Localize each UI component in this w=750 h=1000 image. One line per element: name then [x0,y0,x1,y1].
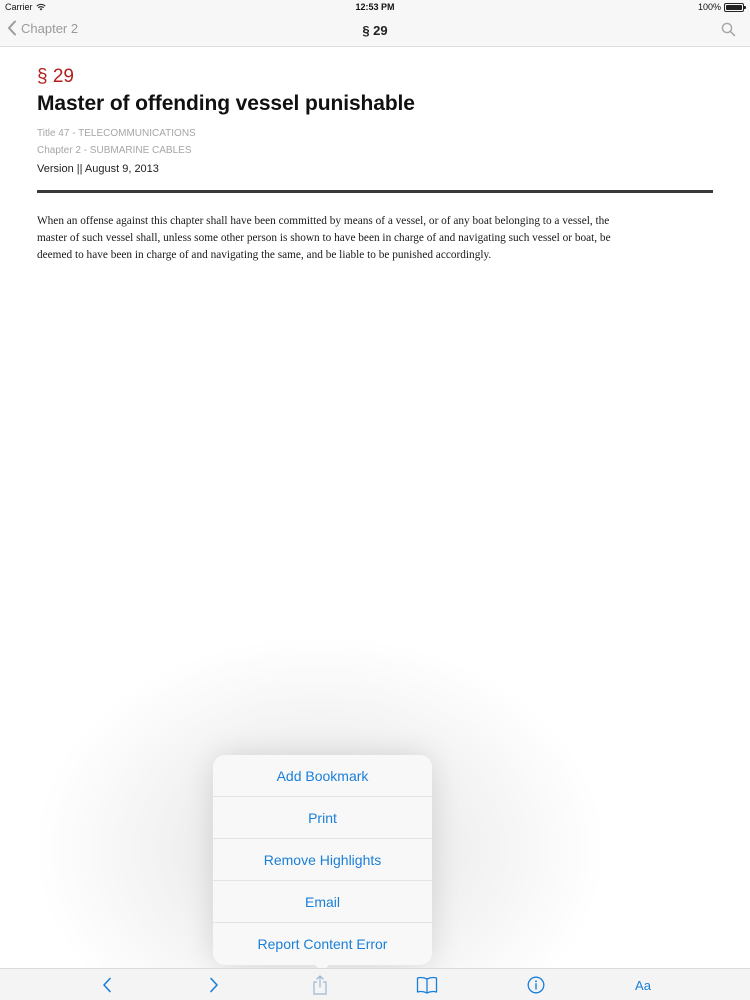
back-arrow-icon [103,977,111,993]
add-bookmark-button[interactable]: Add Bookmark [213,755,432,797]
battery-icon [724,2,746,12]
report-content-error-button[interactable]: Report Content Error [213,923,432,965]
body-line: deemed to have been in charge of and nav… [37,249,492,261]
battery-status: 100% [697,2,746,12]
battery-fill [726,4,742,10]
section-title: Master of offending vessel punishable [37,92,415,115]
title-line[interactable]: Title 47 - TELECOMMUNICATIONS [37,128,713,139]
share-button[interactable] [310,974,330,996]
divider [37,190,713,193]
previous-section-button[interactable] [98,974,116,996]
body-line: master of such vessel shall, unless some… [37,232,611,244]
info-button[interactable] [526,974,546,996]
body-line: When an offense against this chapter sha… [37,215,610,227]
section-number: § 29 [37,66,74,87]
next-section-button[interactable] [205,974,223,996]
document-content: § 29 Master of offending vessel punishab… [37,64,713,264]
bottom-toolbar: Aa [0,968,750,1000]
search-button[interactable] [721,22,736,42]
forward-arrow-icon [210,977,218,993]
info-icon [527,976,545,994]
bookmarks-button[interactable] [415,974,439,996]
share-popover: Add Bookmark Print Remove Highlights Ema… [213,755,432,965]
print-button[interactable]: Print [213,797,432,839]
status-bar: Carrier 12:53 PM 100% [0,0,750,14]
section-body[interactable]: When an offense against this chapter sha… [37,213,713,264]
page-title: § 29 [362,23,388,38]
navigation-bar: Chapter 2 § 29 [0,14,750,47]
battery-percent: 100% [697,2,721,12]
status-time: 12:53 PM [355,2,395,12]
search-icon [721,22,736,37]
version-line: Version || August 9, 2013 [37,163,159,175]
remove-highlights-button[interactable]: Remove Highlights [213,839,432,881]
chapter-line[interactable]: Chapter 2 - SUBMARINE CABLES [37,145,713,156]
email-button[interactable]: Email [213,881,432,923]
book-icon [416,976,438,994]
font-size-button[interactable]: Aa [630,974,656,996]
share-icon [313,975,327,995]
